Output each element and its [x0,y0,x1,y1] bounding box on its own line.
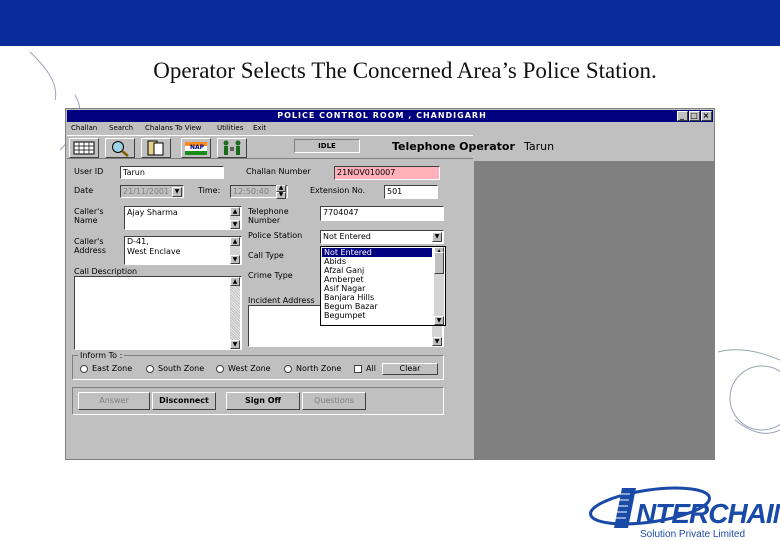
option-abids[interactable]: Abids [322,257,432,266]
people-icon [223,140,241,155]
inform-to-legend: Inform To : [78,351,125,360]
disconnect-button[interactable]: Disconnect [152,392,216,410]
option-asif-nagar[interactable]: Asif Nagar [322,284,432,293]
callers-address-field[interactable]: D-41, West Enclave [124,236,242,265]
user-id-field[interactable]: Tarun [120,166,224,179]
south-zone-label: South Zone [158,364,205,373]
operator-name: Tarun [524,140,555,153]
telephone-field[interactable]: 7704047 [320,206,444,221]
grid-icon [73,141,95,155]
callers-name-field[interactable]: Ajay Sharma [124,206,242,230]
east-zone-label: East Zone [92,364,133,373]
dropdown-scrollbar[interactable]: ▲▼ [434,247,444,325]
option-amberpet[interactable]: Amberpet [322,275,432,284]
call-description-label: Call Description [74,267,138,276]
radio-south-zone[interactable] [146,365,154,373]
option-banjara-hills[interactable]: Banjara Hills [322,293,432,302]
menu-utilities[interactable]: Utilities [217,124,243,132]
police-station-dropdown-list: Not Entered Abids Afzal Ganj Amberpet As… [320,246,446,326]
window-title: POLICE CONTROL ROOM , CHANDIGARH [277,111,487,120]
slide-top-bar [0,0,780,46]
menu-bar: Challan Search Chalans To View Utilities… [67,123,713,134]
telephone-label: Telephone Number [248,207,289,225]
option-begum-bazar[interactable]: Begum Bazar [322,302,432,311]
magnifier-icon [112,141,129,157]
questions-button[interactable]: Questions [302,392,366,410]
challan-number-field[interactable]: 21NOV010007 [334,166,440,180]
user-id-label: User ID [74,167,104,176]
callers-name-label: Caller's Name [74,207,104,225]
call-type-label: Call Type [248,251,284,260]
nap-label: NAP [190,144,205,151]
menu-challan[interactable]: Challan [71,124,97,132]
extension-field[interactable]: 501 [384,185,438,199]
call-description-scrollbar[interactable]: ▲ ▼ [230,277,240,349]
north-zone-label: North Zone [296,364,342,373]
status-indicator: IDLE [294,139,360,153]
police-station-dropdown-button[interactable]: ▼ [432,232,442,242]
menu-chalans-to-view[interactable]: Chalans To View [145,124,201,132]
logo-tagline: Solution Private Limited [640,529,746,540]
grid-button[interactable] [69,138,99,158]
police-station-select[interactable]: Not Entered [320,230,444,244]
clear-button[interactable]: Clear [382,363,438,375]
answer-button[interactable]: Answer [78,392,150,410]
police-station-label: Police Station [248,231,303,240]
date-label: Date [74,186,94,195]
maximize-button[interactable]: □ [689,111,700,121]
window-titlebar: POLICE CONTROL ROOM , CHANDIGARH _ □ × [67,110,713,122]
crime-type-label: Crime Type [248,271,293,280]
west-zone-label: West Zone [228,364,271,373]
empty-workspace [474,161,714,459]
close-button[interactable]: × [701,111,712,121]
radio-west-zone[interactable] [216,365,224,373]
operator-role: Telephone Operator [392,140,515,153]
callers-address-scrollbar[interactable]: ▲ ▼ [230,237,240,264]
extension-label: Extension No. [310,186,366,195]
incident-address-label: Incident Address [248,296,315,305]
sign-off-button[interactable]: Sign Off [226,392,300,410]
call-description-field[interactable] [74,276,242,350]
callers-name-scrollbar[interactable]: ▲ ▼ [230,207,240,229]
option-not-entered[interactable]: Not Entered [322,248,432,257]
option-afzal-ganj[interactable]: Afzal Ganj [322,266,432,275]
search-button[interactable] [105,138,135,158]
challan-number-label: Challan Number [246,167,311,176]
all-label: All [366,364,376,373]
menu-exit[interactable]: Exit [253,124,266,132]
users-button[interactable] [217,138,247,158]
nap-button[interactable]: NAP [181,138,211,158]
callers-address-label: Caller's Address [74,237,106,255]
date-dropdown-button[interactable]: ▼ [172,187,182,197]
logo-name: NTERCHAIN [636,498,780,529]
menu-search[interactable]: Search [109,124,133,132]
option-begumpet[interactable]: Begumpet [322,311,432,320]
radio-north-zone[interactable] [284,365,292,373]
time-label: Time: [198,186,221,195]
app-window: POLICE CONTROL ROOM , CHANDIGARH _ □ × C… [65,108,715,460]
slide-title: Operator Selects The Concerned Area’s Po… [153,58,657,83]
minimize-button[interactable]: _ [677,111,688,121]
clipboard-button[interactable] [141,138,171,158]
clipboard-icon [147,140,164,156]
time-down-button[interactable]: ▼ [276,192,286,199]
checkbox-all[interactable] [354,365,362,373]
radio-east-zone[interactable] [80,365,88,373]
